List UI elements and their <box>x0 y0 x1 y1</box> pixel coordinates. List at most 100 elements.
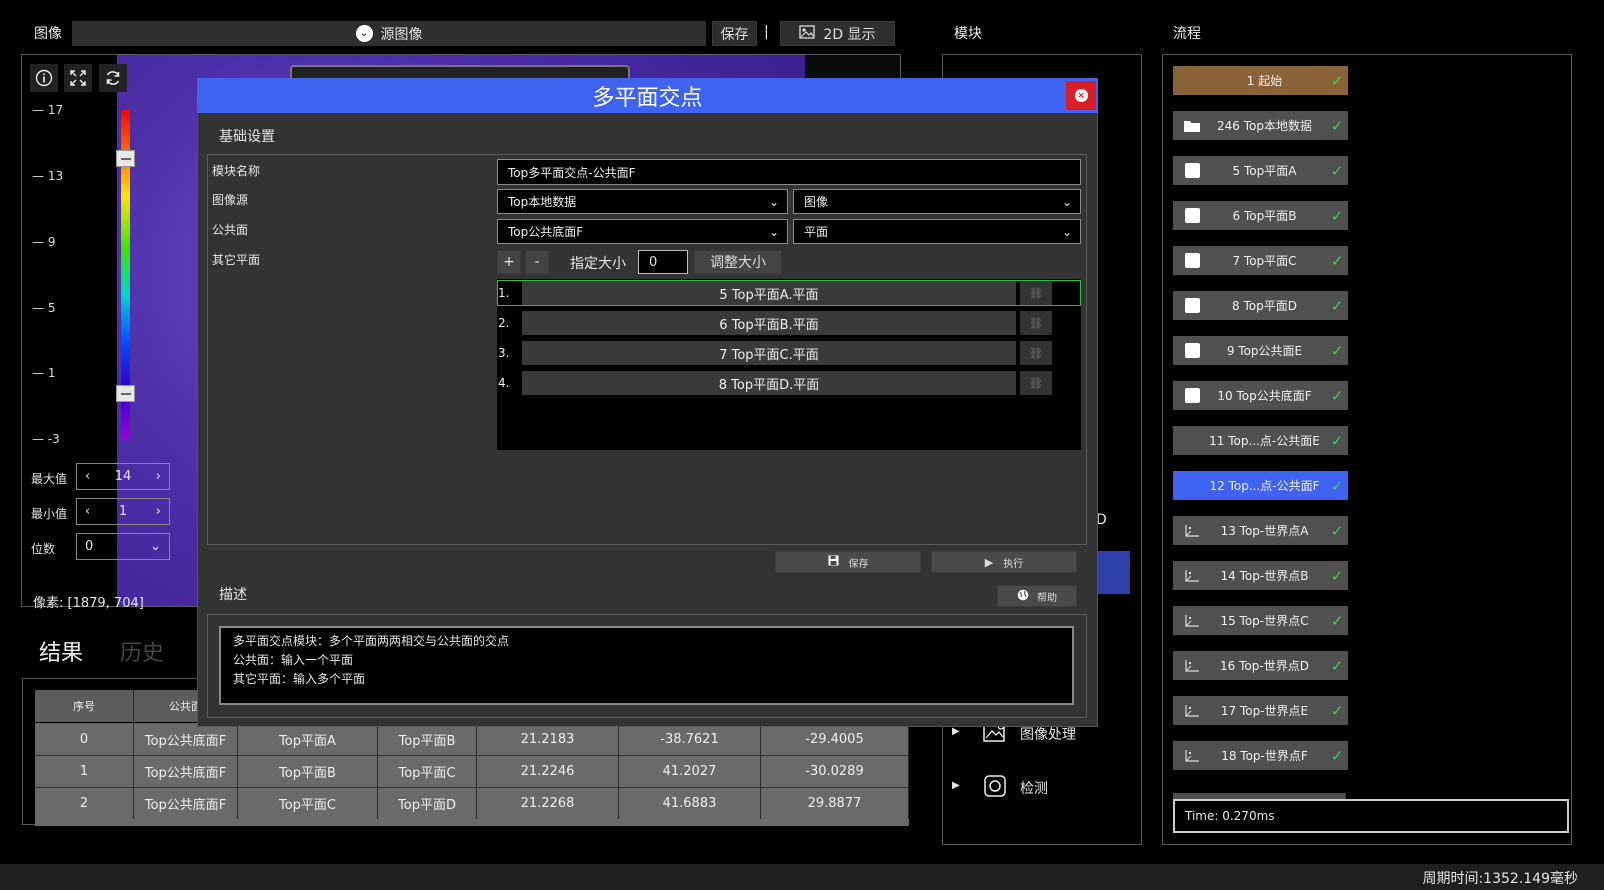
close-button[interactable]: × <box>1066 81 1096 110</box>
dialog-run-button[interactable]: ▶ 执行 <box>931 551 1077 573</box>
description-line: 公共面：输入一个平面 <box>233 653 354 667</box>
flow-item[interactable]: 16 Top-世界点D ✓ <box>1173 651 1348 680</box>
digits-select[interactable]: 0 ⌄ <box>76 533 170 560</box>
plane-name: 7 Top平面C.平面 <box>522 341 1016 365</box>
expand-arrow-icon[interactable]: ▶ <box>952 780 960 791</box>
flow-item[interactable]: 14 Top-世界点B ✓ <box>1173 561 1348 590</box>
image-panel-title: 图像 <box>34 26 62 42</box>
chevron-left-icon[interactable]: ‹ <box>85 469 90 484</box>
flow-item[interactable]: 6 Top平面B ✓ <box>1173 201 1348 230</box>
flow-item[interactable]: 5 Top平面A ✓ <box>1173 156 1348 185</box>
result-table-body: 0 Top公共底面F Top平面A Top平面B 21.2183 -38.762… <box>35 723 909 826</box>
max-slider-handle[interactable] <box>116 150 135 167</box>
info-icon[interactable] <box>30 64 58 92</box>
table-cell: 21.2268 <box>477 788 619 819</box>
plane-index: 1. <box>498 286 510 300</box>
scale-tick: — -3 <box>32 432 60 446</box>
module-name-input[interactable]: Top多平面交点-公共面F <box>497 159 1081 185</box>
flow-item-label: 11 Top...点-公共面E <box>1209 434 1320 448</box>
digits-label: 位数 <box>31 542 56 556</box>
table-cell: 2 <box>35 788 134 819</box>
flow-item[interactable]: 1 起始 ✓ <box>1173 66 1348 95</box>
help-button[interactable]: 帮助 <box>997 585 1077 607</box>
chevron-right-icon[interactable]: › <box>156 504 161 519</box>
chevron-left-icon[interactable]: ‹ <box>85 504 90 519</box>
square-icon <box>1181 208 1203 223</box>
min-slider-handle[interactable] <box>116 385 135 402</box>
check-icon: ✓ <box>1330 656 1344 675</box>
display-2d-button[interactable]: 2D 显示 <box>780 21 895 46</box>
flow-item[interactable]: 11 Top...点-公共面E ✓ <box>1173 426 1348 455</box>
common-plane-dropdown[interactable]: Top公共底面F ⌄ <box>497 219 788 244</box>
flow-item[interactable]: 9 Top公共面E ✓ <box>1173 336 1348 365</box>
common-plane-label: 公共面 <box>212 223 249 237</box>
chevron-down-icon: ⌄ <box>355 25 373 42</box>
expand-arrow-icon[interactable]: ▶ <box>952 726 960 737</box>
flow-item[interactable]: 246 Top本地数据 ✓ <box>1173 111 1348 140</box>
check-icon: ✓ <box>1330 161 1344 180</box>
flow-item[interactable]: 17 Top-世界点E ✓ <box>1173 696 1348 725</box>
axis-icon <box>1181 524 1203 538</box>
chevron-down-icon: ⌄ <box>768 224 779 239</box>
cycle-time: 周期时间:1352.149毫秒 <box>1422 871 1578 887</box>
plane-row[interactable]: 1. 5 Top平面A.平面 ⛓ <box>497 279 1081 307</box>
common-plane-sub-dropdown[interactable]: 平面 ⌄ <box>793 219 1081 244</box>
flow-item[interactable]: 12 Top...点-公共面F ✓ <box>1173 471 1348 500</box>
size-label: 指定大小 <box>570 256 626 272</box>
chevron-down-icon: ⌄ <box>150 539 161 554</box>
flow-item[interactable]: 13 Top-世界点A ✓ <box>1173 516 1348 545</box>
tab-result[interactable]: 结果 <box>39 635 83 667</box>
plane-row[interactable]: 3. 7 Top平面C.平面 ⛓ <box>497 339 1081 367</box>
image-source-label: 图像源 <box>212 193 249 207</box>
link-icon[interactable]: ⛓ <box>1020 371 1052 395</box>
basic-settings-heading: 基础设置 <box>219 129 275 145</box>
add-plane-button[interactable]: + <box>497 250 521 274</box>
axis-icon <box>1181 569 1203 583</box>
flow-item[interactable]: 7 Top平面C ✓ <box>1173 246 1348 275</box>
image-source-select[interactable]: ⌄ 源图像 <box>72 21 706 46</box>
flow-item[interactable]: 15 Top-世界点C ✓ <box>1173 606 1348 635</box>
max-value-stepper[interactable]: ‹ 14 › <box>76 463 170 490</box>
table-row[interactable]: 2 Top公共底面F Top平面C Top平面D 21.2268 41.6883… <box>35 787 909 819</box>
check-icon: ✓ <box>1330 116 1344 135</box>
tab-history[interactable]: 历史 <box>120 635 164 667</box>
dialog-title-bar[interactable]: 多平面交点 <box>197 78 1098 113</box>
image-source-dropdown[interactable]: Top本地数据 ⌄ <box>497 189 788 214</box>
refresh-icon[interactable] <box>99 64 127 92</box>
table-row[interactable]: 1 Top公共底面F Top平面B Top平面C 21.2246 41.2027… <box>35 755 909 787</box>
chevron-right-icon[interactable]: › <box>156 469 161 484</box>
fit-screen-icon[interactable] <box>64 64 92 92</box>
plane-row[interactable]: 4. 8 Top平面D.平面 ⛓ <box>497 369 1081 397</box>
table-row[interactable]: 0 Top公共底面F Top平面A Top平面B 21.2183 -38.762… <box>35 723 909 755</box>
module-item-detect[interactable]: 检测 <box>1020 778 1048 798</box>
other-planes-label: 其它平面 <box>212 253 261 267</box>
globe-icon <box>1017 589 1029 604</box>
remove-plane-button[interactable]: - <box>525 250 549 274</box>
table-cell: Top公共底面F <box>134 756 238 787</box>
link-icon[interactable]: ⛓ <box>1020 311 1052 335</box>
flow-item-label: 16 Top-世界点D <box>1220 659 1309 673</box>
image-source-sub-dropdown[interactable]: 图像 ⌄ <box>793 189 1081 214</box>
flow-item[interactable]: 10 Top公共底面F ✓ <box>1173 381 1348 410</box>
size-input[interactable]: 0 <box>638 250 688 274</box>
max-value: 14 <box>114 469 132 484</box>
plane-row[interactable]: 2. 6 Top平面B.平面 ⛓ <box>497 309 1081 337</box>
pixel-readout: 像素: [1879, 704] <box>33 596 144 611</box>
flow-item[interactable]: 18 Top-世界点F ✓ <box>1173 741 1348 770</box>
image-source-label: 源图像 <box>380 26 423 43</box>
description-line: 多平面交点模块：多个平面两两相交与公共面的交点 <box>233 634 510 648</box>
max-value-label: 最大值 <box>31 472 68 486</box>
link-icon[interactable]: ⛓ <box>1020 281 1052 305</box>
flow-item[interactable]: 8 Top平面D ✓ <box>1173 291 1348 320</box>
resize-button[interactable]: 调整大小 <box>694 250 782 274</box>
description-text: 多平面交点模块：多个平面两两相交与公共面的交点 公共面：输入一个平面 其它平面：… <box>219 626 1074 705</box>
dialog-save-button[interactable]: 保存 <box>775 551 921 573</box>
table-cell: Top平面A <box>238 723 378 755</box>
link-icon[interactable]: ⛓ <box>1020 341 1052 365</box>
flow-item-label: 6 Top平面B <box>1232 209 1297 223</box>
image-save-button[interactable]: 保存 <box>712 21 757 46</box>
plane-name: 5 Top平面A.平面 <box>522 281 1016 305</box>
table-cell: 21.2183 <box>477 723 619 755</box>
min-value-stepper[interactable]: ‹ 1 › <box>76 498 170 525</box>
module-item-image-process[interactable]: 图像处理 <box>1020 724 1076 744</box>
